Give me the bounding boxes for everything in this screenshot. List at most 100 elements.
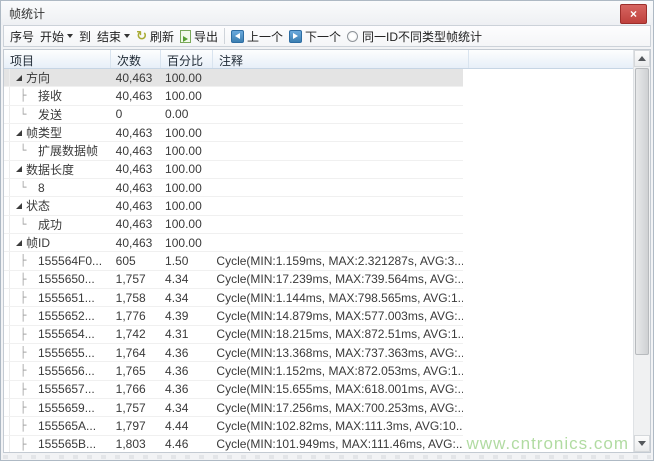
row-filler: [463, 307, 633, 325]
table-row[interactable]: 帧类型 40,463 100.00: [4, 124, 633, 142]
table-row[interactable]: ├ 155564F0... 605 1.50 Cycle(MIN:1.159ms…: [4, 252, 633, 270]
expand-triangle-icon[interactable]: [16, 240, 22, 246]
row-filler: [463, 87, 633, 105]
row-filler: [463, 69, 633, 87]
pct-cell: 4.36: [159, 382, 210, 396]
table-row[interactable]: ├ 1555657... 1,766 4.36 Cycle(MIN:15.655…: [4, 381, 633, 399]
item-cell: ├ 1555657...: [10, 382, 110, 396]
scroll-down-button[interactable]: [634, 435, 650, 452]
table-row[interactable]: └ 8 40,463 100.00: [4, 179, 633, 197]
close-button[interactable]: ×: [620, 4, 647, 24]
expand-triangle-icon[interactable]: [16, 166, 22, 172]
count-cell: 1,758: [110, 291, 159, 305]
table-row[interactable]: ├ 155565A... 1,797 4.44 Cycle(MIN:102.82…: [4, 417, 633, 435]
column-header-pct[interactable]: 百分比: [161, 50, 213, 68]
tree-branch-icon: ├: [16, 401, 30, 414]
tree-branch-icon: └: [16, 144, 30, 157]
row-filler: [463, 252, 633, 270]
column-header-count[interactable]: 次数: [111, 50, 161, 68]
count-cell: 40,463: [110, 217, 159, 231]
expand-triangle-icon[interactable]: [16, 203, 22, 209]
count-cell: 0: [110, 107, 159, 121]
table-row[interactable]: └ 发送 0 0.00: [4, 106, 633, 124]
table-row[interactable]: └ 成功 40,463 100.00: [4, 216, 633, 234]
comment-cell: Cycle(MIN:102.82ms, MAX:111.3ms, AVG:10.…: [210, 419, 463, 433]
table-row[interactable]: ├ 接收 40,463 100.00: [4, 87, 633, 105]
count-cell: 40,463: [110, 144, 159, 158]
pct-cell: 4.34: [159, 272, 210, 286]
item-cell: ├ 1555652...: [10, 309, 110, 323]
table-row[interactable]: ├ 155565B... 1,803 4.46 Cycle(MIN:101.94…: [4, 436, 633, 452]
item-cell: ├ 1555654...: [10, 327, 110, 341]
scrollbar-thumb[interactable]: [635, 68, 649, 355]
comment-cell: Cycle(MIN:1.152ms, MAX:872.053ms, AVG:1.…: [210, 364, 463, 378]
start-dropdown[interactable]: 开始: [40, 28, 73, 45]
window-title: 帧统计: [9, 5, 45, 22]
row-label: 发送: [30, 106, 62, 123]
table-row[interactable]: 方向 40,463 100.00: [4, 69, 633, 87]
vertical-scrollbar[interactable]: [633, 50, 650, 452]
end-dropdown[interactable]: 结束: [97, 28, 130, 45]
radio-icon[interactable]: [347, 31, 358, 42]
item-cell: └ 发送: [10, 106, 110, 123]
column-header-comment[interactable]: 注释: [213, 50, 469, 68]
item-cell: 方向: [10, 69, 110, 86]
item-cell: ├ 1555655...: [10, 346, 110, 360]
table-row[interactable]: ├ 1555651... 1,758 4.34 Cycle(MIN:1.144m…: [4, 289, 633, 307]
count-cell: 1,765: [110, 364, 159, 378]
row-label: 1555659...: [30, 401, 95, 415]
row-label: 155565B...: [30, 437, 96, 451]
pct-cell: 4.36: [159, 364, 210, 378]
next-button[interactable]: 下一个: [289, 28, 341, 45]
row-filler: [463, 161, 633, 179]
table-row[interactable]: 状态 40,463 100.00: [4, 197, 633, 215]
title-bar: 帧统计 ×: [1, 1, 653, 25]
refresh-icon: ↻: [136, 30, 147, 42]
table-row[interactable]: 帧ID 40,463 100.00: [4, 234, 633, 252]
tree-branch-icon: └: [16, 108, 30, 121]
tree-branch-icon: ├: [16, 364, 30, 377]
refresh-button[interactable]: ↻ 刷新: [136, 28, 174, 45]
table-row[interactable]: ├ 1555656... 1,765 4.36 Cycle(MIN:1.152m…: [4, 362, 633, 380]
arrow-left-icon: [231, 30, 244, 43]
expand-triangle-icon[interactable]: [16, 130, 22, 136]
row-filler: [463, 417, 633, 435]
table-row[interactable]: ├ 1555659... 1,757 4.34 Cycle(MIN:17.256…: [4, 399, 633, 417]
row-label: 8: [30, 181, 45, 195]
table-row[interactable]: └ 扩展数据帧 40,463 100.00: [4, 142, 633, 160]
same-id-radio-group[interactable]: 同一ID不同类型帧统计: [347, 28, 482, 45]
tree-branch-icon: ├: [16, 89, 30, 102]
comment-cell: Cycle(MIN:17.239ms, MAX:739.564ms, AVG:.…: [210, 272, 463, 286]
row-filler: [463, 326, 633, 344]
item-cell: ├ 1555656...: [10, 364, 110, 378]
item-cell: ├ 155565A...: [10, 419, 110, 433]
tree-branch-icon: ├: [16, 254, 30, 267]
table-row[interactable]: ├ 1555652... 1,776 4.39 Cycle(MIN:14.879…: [4, 307, 633, 325]
column-header-item[interactable]: 项目: [4, 50, 111, 68]
table-row[interactable]: ├ 1555655... 1,764 4.36 Cycle(MIN:13.368…: [4, 344, 633, 362]
pct-cell: 4.34: [159, 401, 210, 415]
comment-cell: Cycle(MIN:1.144ms, MAX:798.565ms, AVG:1.…: [210, 291, 463, 305]
scroll-up-button[interactable]: [634, 50, 650, 67]
row-label: 155564F0...: [30, 254, 102, 268]
table-row[interactable]: ├ 1555654... 1,742 4.31 Cycle(MIN:18.215…: [4, 326, 633, 344]
column-header-filler: [469, 50, 633, 68]
export-button[interactable]: 导出: [180, 28, 218, 45]
row-label: 帧类型: [26, 124, 62, 141]
row-label: 扩展数据帧: [30, 142, 98, 159]
toolbar-separator: [224, 28, 225, 44]
scrollbar-track[interactable]: [634, 67, 650, 435]
pct-cell: 4.36: [159, 346, 210, 360]
expand-triangle-icon[interactable]: [16, 75, 22, 81]
item-cell: └ 成功: [10, 216, 110, 233]
tree-branch-icon: ├: [16, 438, 30, 451]
table-row[interactable]: 数据长度 40,463 100.00: [4, 161, 633, 179]
row-filler: [463, 344, 633, 362]
end-dropdown-label: 结束: [97, 28, 121, 45]
previous-button[interactable]: 上一个: [231, 28, 283, 45]
pct-cell: 100.00: [159, 217, 210, 231]
item-cell: ├ 155564F0...: [10, 254, 110, 268]
count-cell: 1,757: [110, 272, 159, 286]
tree-branch-icon: ├: [16, 328, 30, 341]
table-row[interactable]: ├ 1555650... 1,757 4.34 Cycle(MIN:17.239…: [4, 271, 633, 289]
